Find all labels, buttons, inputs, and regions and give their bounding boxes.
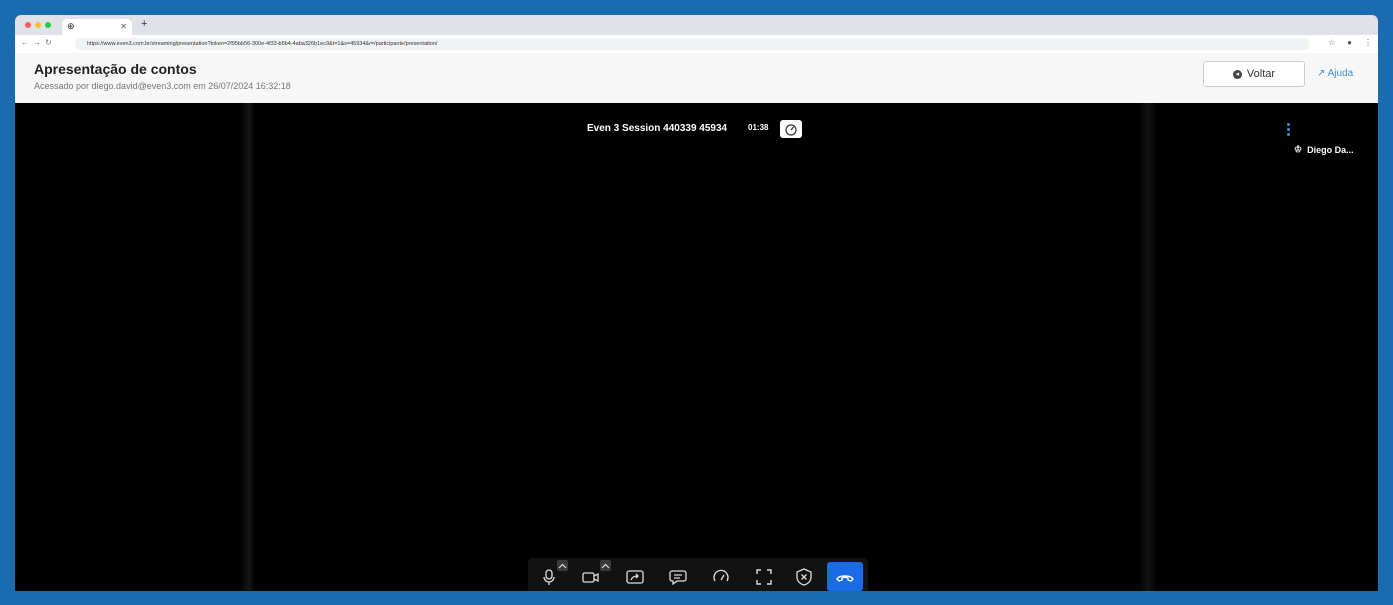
browser-menu-icon[interactable]: ⋮ bbox=[1364, 38, 1372, 47]
meeting-toolbar bbox=[528, 558, 868, 591]
browser-window: ⊕ ✕ + ←→↻ https://www.even3.com.br/strea… bbox=[15, 15, 1378, 591]
page-header: Apresentação de contos Acessado por dieg… bbox=[15, 53, 1378, 103]
participant-name: Diego Da... bbox=[1307, 144, 1354, 155]
camera-options-button[interactable] bbox=[600, 560, 611, 571]
share-screen-button[interactable] bbox=[624, 566, 646, 588]
reload-icon[interactable]: ↻ bbox=[45, 38, 56, 47]
url-input[interactable]: https://www.even3.com.br/streaming/prese… bbox=[75, 38, 1310, 50]
moderator-crown-icon: ♔ bbox=[1294, 144, 1303, 154]
hangup-button[interactable] bbox=[827, 562, 863, 591]
navigation-buttons: ←→↻ bbox=[21, 38, 56, 47]
chat-button[interactable] bbox=[667, 566, 689, 588]
back-circle-icon: ◂ bbox=[1232, 69, 1242, 79]
address-bar-row: ←→↻ https://www.even3.com.br/streaming/p… bbox=[15, 35, 1378, 54]
security-button[interactable] bbox=[793, 566, 815, 588]
help-link-label: Ajuda bbox=[1327, 68, 1354, 79]
camera-icon bbox=[582, 572, 599, 583]
microphone-icon bbox=[543, 569, 555, 585]
microphone-options-button[interactable] bbox=[557, 560, 568, 571]
participant-options-icon[interactable] bbox=[1287, 123, 1291, 138]
forward-arrow-icon[interactable]: → bbox=[33, 38, 45, 47]
video-stage: Even 3 Session 440339 45934 01:38 ♔ Dieg… bbox=[15, 103, 1378, 591]
browser-tab-bar: ⊕ ✕ + bbox=[15, 15, 1378, 35]
fullscreen-button[interactable] bbox=[753, 566, 775, 588]
access-info: Acessado por diego.david@even3.com em 26… bbox=[34, 81, 291, 91]
speedometer-button[interactable] bbox=[780, 120, 802, 138]
help-link[interactable]: ↗ Ajuda bbox=[1317, 68, 1353, 79]
chevron-up-icon bbox=[558, 563, 567, 568]
fullscreen-icon bbox=[756, 569, 772, 585]
browser-actions: ☆ ● ⋮ bbox=[1328, 38, 1372, 47]
close-window-button[interactable] bbox=[25, 22, 31, 28]
speed-button[interactable] bbox=[710, 566, 732, 588]
speed-icon bbox=[713, 569, 729, 582]
back-button-label: Voltar bbox=[1246, 68, 1276, 80]
window-controls bbox=[25, 22, 51, 28]
page-title: Apresentação de contos bbox=[34, 61, 197, 77]
back-arrow-icon[interactable]: ← bbox=[21, 38, 33, 47]
security-icon bbox=[796, 568, 812, 586]
close-tab-icon[interactable]: ✕ bbox=[120, 22, 127, 31]
globe-icon: ⊕ bbox=[67, 21, 75, 31]
participant-tile[interactable]: ♔ Diego Da... bbox=[1294, 144, 1354, 155]
session-title: Even 3 Session 440339 45934 bbox=[587, 123, 728, 134]
stage-divider-right bbox=[1139, 103, 1157, 591]
profile-icon[interactable]: ● bbox=[1347, 38, 1352, 47]
bookmark-star-icon[interactable]: ☆ bbox=[1328, 38, 1335, 47]
chevron-up-icon bbox=[601, 563, 610, 568]
share-screen-icon bbox=[626, 570, 644, 584]
hangup-icon bbox=[836, 574, 854, 582]
back-button[interactable]: ◂ Voltar bbox=[1203, 61, 1305, 87]
chat-icon bbox=[669, 570, 687, 585]
new-tab-button[interactable]: + bbox=[141, 18, 147, 30]
browser-tab[interactable]: ⊕ ✕ bbox=[62, 19, 132, 35]
stage-divider-left bbox=[240, 103, 255, 591]
external-link-icon: ↗ bbox=[1317, 68, 1326, 79]
meeting-timer: 01:38 bbox=[748, 123, 769, 132]
minimize-window-button[interactable] bbox=[35, 22, 41, 28]
speedometer-icon bbox=[785, 124, 797, 136]
maximize-window-button[interactable] bbox=[45, 22, 51, 28]
camera-button[interactable] bbox=[580, 566, 602, 588]
